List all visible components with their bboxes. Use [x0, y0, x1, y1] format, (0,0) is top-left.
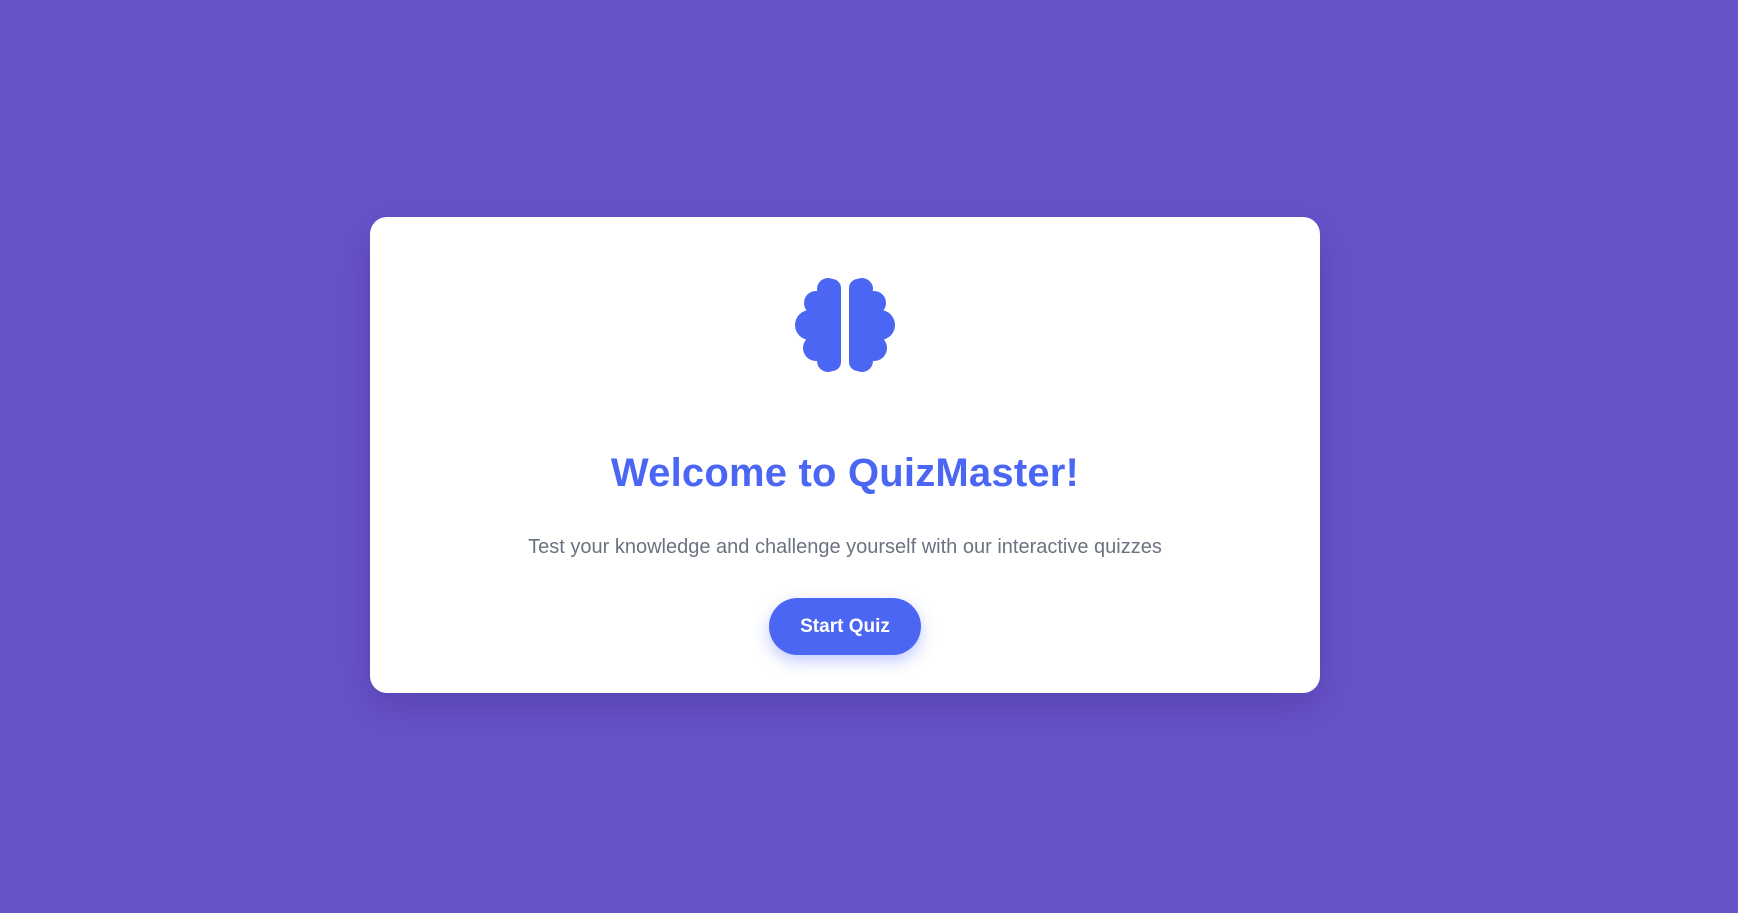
welcome-title: Welcome to QuizMaster!: [610, 451, 1080, 495]
welcome-subtitle: Test your knowledge and challenge yourse…: [528, 536, 1162, 558]
brain-icon: [793, 273, 897, 377]
start-quiz-button[interactable]: Start Quiz: [769, 598, 921, 655]
